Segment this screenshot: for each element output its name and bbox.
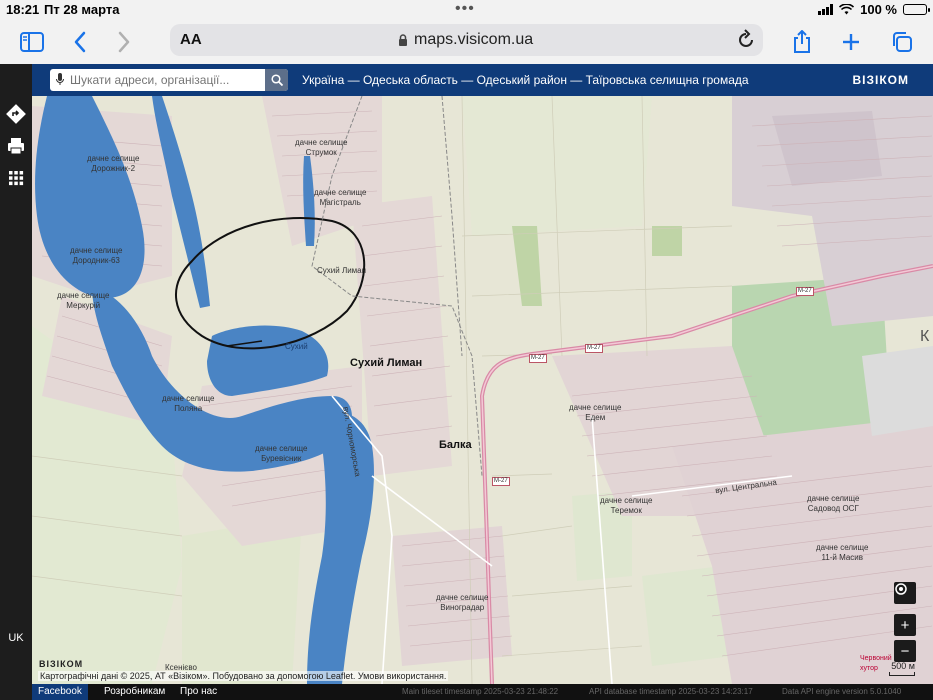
road-shield-m27: M-27 — [529, 354, 547, 363]
visicom-logo[interactable]: ВІЗІКОМ — [852, 73, 909, 87]
zoom-out-button[interactable]: − — [894, 640, 916, 662]
road-shield-m27: M-27 — [796, 287, 814, 296]
search-input[interactable] — [70, 71, 282, 89]
road-shield-m27: M-27 — [585, 344, 603, 353]
label-merkuriy: дачне селище Меркурій — [57, 291, 110, 310]
map-scale: 500 м — [889, 661, 915, 676]
status-indicators: 100 % — [818, 2, 930, 17]
print-icon[interactable] — [6, 136, 26, 156]
forward-icon[interactable] — [108, 26, 140, 58]
location-breadcrumb[interactable]: Україна — Одеська область — Одеський рай… — [302, 73, 749, 87]
url-display[interactable]: maps.visicom.ua — [398, 31, 533, 49]
cellular-signal-icon — [818, 4, 834, 15]
tabs-overview-icon[interactable] — [886, 26, 918, 58]
label-edem: дачне селище Едем — [569, 403, 622, 422]
road-shield-m27: M-27 — [492, 477, 510, 486]
battery-percent: 100 % — [860, 2, 897, 17]
footer-meta-database: API database timestamp 2025-03-23 14:23:… — [589, 687, 753, 696]
label-chervonyi: Червоний хутор — [860, 655, 892, 672]
page-footer: Facebook Розробникам Про нас Main tilese… — [32, 684, 933, 700]
lock-icon — [399, 33, 407, 46]
back-icon[interactable] — [64, 26, 96, 58]
label-sukhyi-lyman: Сухий Лиман — [350, 357, 423, 369]
label-sadovod: дачне селище Садовод ОСГ — [807, 494, 860, 513]
url-text: maps.visicom.ua — [414, 31, 534, 48]
map-watermark-logo: ВІЗІКОМ — [39, 659, 84, 669]
map-canvas[interactable]: дачне селище Дорожник-2 дачне селище Дор… — [32, 96, 933, 684]
sidebar-toggle-icon[interactable] — [16, 26, 48, 58]
label-dorozhnyk2: дачне селище Дорожник-2 — [87, 154, 140, 173]
label-strumok: дачне селище Струмок — [295, 138, 348, 157]
locate-me-button[interactable] — [894, 582, 916, 604]
reload-icon[interactable] — [737, 29, 755, 54]
search-box — [50, 69, 288, 91]
footer-meta-tileset: Main tileset timestamp 2025-03-23 21:48:… — [402, 687, 559, 696]
label-station: Сухий Лиман — [317, 266, 367, 275]
footer-meta-engine: Data API engine version 5.0.1040 — [782, 687, 902, 696]
map-tools-sidebar: UK — [0, 64, 32, 700]
label-dorodnyk63: дачне селище Дородник-63 — [70, 246, 123, 265]
label-masyv11: дачне селище 11-й Масив — [816, 543, 869, 562]
share-icon[interactable] — [786, 26, 818, 58]
map-header: Україна — Одеська область — Одеський рай… — [32, 64, 933, 96]
label-balka: Балка — [439, 439, 472, 451]
footer-link-developers[interactable]: Розробникам — [104, 686, 165, 697]
status-date: Пт 28 марта — [44, 2, 120, 17]
label-vynohradar: дачне селище Виноградар — [436, 593, 489, 612]
battery-icon — [903, 4, 930, 15]
zoom-in-button[interactable]: + — [894, 614, 916, 636]
multitask-dots-icon[interactable]: ••• — [455, 0, 475, 18]
new-tab-icon[interactable] — [835, 26, 867, 58]
status-time: 18:21 — [6, 2, 40, 17]
status-bar: 18:21 Пт 28 марта ••• 100 % — [0, 0, 933, 20]
microphone-icon[interactable] — [56, 73, 64, 86]
wifi-icon — [839, 4, 855, 15]
label-teremok: дачне селище Теремок — [600, 496, 653, 515]
label-poliana: дачне селище Поляна — [162, 394, 215, 413]
label-mahistral: дачне селище Магістраль — [314, 188, 367, 207]
search-icon — [270, 74, 283, 86]
label-k-edge: К — [920, 328, 930, 345]
footer-link-facebook[interactable]: Facebook — [32, 684, 88, 700]
map-attribution[interactable]: Картографічні дані © 2025, АТ «Візіком».… — [38, 671, 449, 681]
address-bar[interactable]: AA maps.visicom.ua — [170, 24, 763, 56]
apps-grid-icon[interactable] — [6, 168, 26, 188]
footer-link-about[interactable]: Про нас — [180, 686, 217, 697]
label-burevisnyk: дачне селище Буревісник — [255, 444, 308, 463]
language-switch[interactable]: UK — [0, 632, 32, 644]
search-button[interactable] — [265, 69, 288, 91]
text-size-button[interactable]: AA — [180, 31, 202, 48]
directions-icon[interactable] — [6, 104, 26, 124]
label-water-sukhyi: Сухий — [285, 342, 308, 351]
scale-label: 500 м — [891, 661, 915, 671]
browser-toolbar: AA maps.visicom.ua — [0, 20, 933, 64]
target-icon — [895, 583, 907, 595]
screen: 18:21 Пт 28 марта ••• 100 % AA maps.visi… — [0, 0, 933, 700]
